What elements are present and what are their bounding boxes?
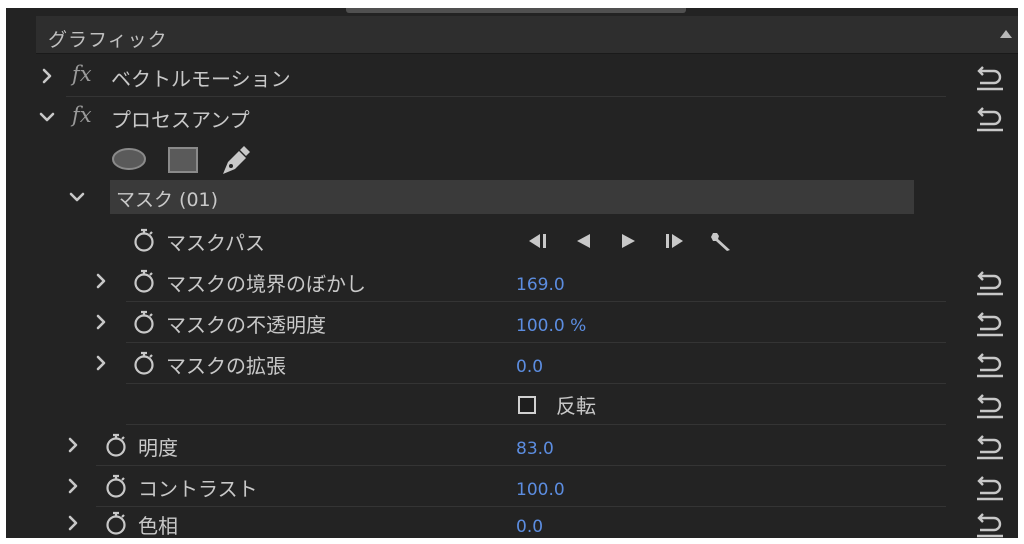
- stopwatch-icon[interactable]: [104, 473, 128, 499]
- chevron-right-icon[interactable]: [92, 354, 110, 372]
- reset-icon[interactable]: [974, 104, 1006, 132]
- reset-icon[interactable]: [974, 473, 1006, 501]
- mask-label: マスク (01): [116, 189, 219, 211]
- property-label: マスクの不透明度: [166, 313, 326, 337]
- property-value[interactable]: 0.0: [516, 357, 543, 377]
- brightness-row: 明度 83.0: [6, 425, 1018, 466]
- mask-feather-row: マスクの境界のぼかし 169.0: [6, 261, 1018, 302]
- pen-mask-icon[interactable]: [219, 146, 251, 180]
- stopwatch-icon[interactable]: [132, 227, 156, 253]
- track-backward-icon[interactable]: [574, 233, 592, 249]
- reset-icon[interactable]: [974, 309, 1006, 337]
- chevron-right-icon[interactable]: [64, 514, 82, 532]
- property-value[interactable]: 100.0 %: [516, 316, 586, 336]
- section-header-graphics[interactable]: グラフィック: [36, 16, 1018, 54]
- stopwatch-icon[interactable]: [132, 268, 156, 294]
- chevron-down-icon[interactable]: [68, 188, 86, 206]
- mask-expansion-row: マスクの拡張 0.0: [6, 343, 1018, 384]
- stopwatch-icon[interactable]: [132, 309, 156, 335]
- track-backward-one-icon[interactable]: [526, 233, 548, 249]
- property-value[interactable]: 83.0: [516, 439, 554, 459]
- effect-controls-panel: グラフィック fx ベクトルモーション fx プロセスアンプ マスク (01) …: [6, 8, 1018, 538]
- effect-label: ベクトルモーション: [111, 67, 291, 91]
- mask-path-label: マスクパス: [166, 231, 265, 255]
- chevron-right-icon[interactable]: [64, 477, 82, 495]
- collapse-up-icon[interactable]: [1000, 30, 1012, 38]
- property-value[interactable]: 169.0: [516, 275, 565, 295]
- mask-invert-row: 反転: [6, 384, 1018, 425]
- chevron-down-icon[interactable]: [38, 108, 56, 126]
- property-label: コントラスト: [138, 477, 258, 501]
- track-forward-icon[interactable]: [620, 233, 638, 249]
- invert-label: 反転: [556, 394, 596, 418]
- effect-row-proc-amp[interactable]: fx プロセスアンプ: [6, 97, 1018, 138]
- chevron-right-icon[interactable]: [92, 313, 110, 331]
- track-forward-one-icon[interactable]: [664, 233, 686, 249]
- rectangle-mask-icon[interactable]: [167, 146, 199, 178]
- reset-icon[interactable]: [974, 510, 1006, 538]
- effect-label: プロセスアンプ: [111, 108, 250, 132]
- reset-icon[interactable]: [974, 63, 1006, 91]
- property-value[interactable]: 100.0: [516, 480, 565, 500]
- reset-icon[interactable]: [974, 350, 1006, 378]
- property-label: 明度: [138, 436, 178, 460]
- tracking-settings-icon[interactable]: [710, 230, 734, 251]
- invert-checkbox[interactable]: [518, 396, 536, 414]
- chevron-right-icon[interactable]: [64, 436, 82, 454]
- chevron-right-icon[interactable]: [92, 272, 110, 290]
- stopwatch-icon[interactable]: [132, 350, 156, 376]
- mask-path-row: マスクパス: [6, 220, 1018, 261]
- chevron-right-icon[interactable]: [38, 67, 56, 85]
- mask-opacity-row: マスクの不透明度 100.0 %: [6, 302, 1018, 343]
- reset-icon[interactable]: [974, 268, 1006, 296]
- reset-icon[interactable]: [974, 391, 1006, 419]
- contrast-row: コントラスト 100.0: [6, 466, 1018, 507]
- property-label: マスクの境界のぼかし: [166, 272, 366, 296]
- property-label: マスクの拡張: [166, 354, 286, 378]
- property-value[interactable]: 0.0: [516, 517, 543, 537]
- effect-row-vector-motion[interactable]: fx ベクトルモーション: [6, 56, 1018, 97]
- reset-icon[interactable]: [974, 432, 1006, 460]
- hue-row: 色相 0.0: [6, 503, 1018, 538]
- fx-icon[interactable]: fx: [72, 62, 92, 86]
- fx-icon[interactable]: fx: [72, 103, 92, 127]
- section-title: グラフィック: [48, 29, 168, 51]
- ellipse-mask-icon[interactable]: [111, 146, 147, 176]
- mask-item[interactable]: マスク (01): [110, 180, 914, 214]
- stopwatch-icon[interactable]: [104, 432, 128, 458]
- scrollbar-thumb[interactable]: [346, 8, 686, 13]
- property-label: 色相: [138, 514, 178, 538]
- stopwatch-icon[interactable]: [104, 510, 128, 536]
